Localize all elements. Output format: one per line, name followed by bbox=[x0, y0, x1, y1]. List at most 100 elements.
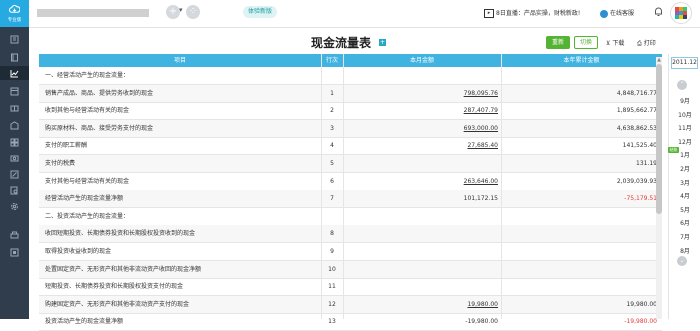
printer-icon[interactable] bbox=[10, 231, 19, 240]
live-broadcast-label: 8日直播：产品实操，财税新政! bbox=[496, 10, 581, 17]
month-item[interactable]: 7月 bbox=[672, 232, 698, 241]
column-divider bbox=[321, 54, 322, 319]
row-line-number: 7 bbox=[330, 195, 334, 203]
month-item[interactable]: 12月 bbox=[672, 137, 698, 146]
column-header-year-amount: 本年累计金额 bbox=[563, 57, 600, 64]
row-year-amount: 131.19 bbox=[636, 160, 657, 167]
chevron-down-month-icon[interactable]: ⌄ bbox=[677, 256, 687, 266]
row-item-label: 销售产成品、商品、提供劳务收到的现金 bbox=[45, 89, 154, 97]
settings-gear-icon[interactable] bbox=[10, 202, 19, 211]
table-row: 投资活动产生的现金流量净额 13 -19,980.00 -19,980.00 bbox=[39, 313, 662, 331]
report-chart-icon[interactable] bbox=[10, 69, 19, 78]
table-row: 经营活动产生的现金流量净额 7 101,172.15 -75,179.51 bbox=[39, 190, 662, 209]
row-line-number: 8 bbox=[330, 230, 334, 238]
period-year-label: 2011.12 bbox=[671, 57, 698, 69]
online-service-label: 在线客服 bbox=[610, 10, 635, 17]
table-row: 购建固定资产、无形资产和其他非流动资产支付的现金 12 19,980.00 19,98… bbox=[39, 295, 662, 314]
scrollbar-thumb[interactable] bbox=[656, 64, 662, 214]
month-item[interactable]: 4月 bbox=[672, 191, 698, 200]
chat-icon bbox=[600, 9, 608, 18]
row-line-number: 13 bbox=[328, 318, 336, 326]
row-item-label: 取得投资收益收到的现金 bbox=[45, 248, 112, 255]
logo-text: 专业版 bbox=[7, 18, 22, 23]
month-item[interactable]: 3月 bbox=[672, 178, 698, 187]
title-info-badge[interactable]: + bbox=[379, 39, 386, 46]
table-row: 取得投资收益收到的现金 9 bbox=[39, 243, 662, 261]
row-year-amount bbox=[509, 278, 657, 295]
month-item[interactable]: 10月 bbox=[672, 110, 698, 119]
invoice-icon[interactable] bbox=[10, 87, 19, 96]
top-bar: ▾ + ⁘ 体验新版 ▸ 8日直播：产品实操，财税新政! 在线客服 bbox=[29, 0, 700, 28]
online-service-link[interactable]: 在线客服 bbox=[600, 8, 634, 18]
download-label: 下载 bbox=[612, 40, 625, 47]
row-line-number: 10 bbox=[328, 265, 336, 273]
try-new-version-button[interactable]: 体验新版 bbox=[243, 6, 278, 18]
row-year-amount bbox=[509, 243, 657, 260]
row-month-amount[interactable]: 101,172.15 bbox=[366, 190, 498, 207]
row-month-amount bbox=[366, 243, 498, 260]
row-month-amount bbox=[366, 225, 498, 242]
app-logo[interactable]: 专业版 bbox=[0, 0, 29, 27]
month-item[interactable]: 2月 bbox=[672, 164, 698, 173]
live-broadcast-link[interactable]: ▸ 8日直播：产品实操，财税新政! bbox=[484, 8, 580, 18]
column-header-item: 项目 bbox=[173, 57, 186, 64]
row-month-amount[interactable]: 27,685.40 bbox=[366, 137, 498, 154]
row-year-amount: 1,895,662.77 bbox=[616, 107, 657, 115]
inventory-icon[interactable] bbox=[10, 104, 19, 113]
row-month-amount[interactable]: 19,980.00 bbox=[366, 296, 498, 313]
salary-icon[interactable] bbox=[10, 121, 19, 130]
row-line-number: 4 bbox=[330, 142, 334, 150]
row-item-label: 购买原材料、商品、接受劳务支付的现金 bbox=[45, 124, 154, 132]
user-avatar[interactable] bbox=[670, 2, 692, 24]
cloud-logo-icon bbox=[9, 4, 20, 13]
archive-icon[interactable] bbox=[10, 248, 19, 257]
grid-apps-icon[interactable]: ⁘ bbox=[186, 5, 200, 19]
row-year-amount bbox=[509, 225, 657, 242]
print-button[interactable]: ⎙ 打印 bbox=[637, 38, 656, 48]
table-row: 支付的税费 5 131.19 bbox=[39, 155, 662, 173]
row-month-amount[interactable]: 263,646.00 bbox=[366, 173, 498, 190]
switch-button[interactable]: 切换 bbox=[574, 36, 598, 49]
month-item[interactable]: 1月 bbox=[672, 150, 698, 159]
recalculate-button[interactable]: 重新 bbox=[546, 36, 570, 49]
row-item-label: 支付的税费 bbox=[45, 160, 76, 167]
row-month-amount[interactable]: 287,407.79 bbox=[366, 102, 498, 119]
scroll-up-arrow-icon[interactable]: ▲ bbox=[656, 57, 662, 63]
print-label: 打印 bbox=[643, 40, 656, 47]
row-month-amount[interactable]: 798,095.76 bbox=[366, 85, 498, 102]
row-month-amount bbox=[366, 278, 498, 295]
search-doc-icon[interactable] bbox=[10, 186, 19, 195]
add-account-set-button[interactable]: + bbox=[166, 5, 180, 19]
table-row: 短期投资、长期债券投资和长期股权投资支付的现金 11 bbox=[39, 278, 662, 297]
month-item[interactable]: 11月 bbox=[672, 123, 698, 132]
month-item[interactable]: 5月 bbox=[672, 205, 698, 214]
row-month-amount[interactable]: 693,000.00 bbox=[366, 120, 498, 137]
column-divider bbox=[501, 54, 502, 319]
tax-icon[interactable] bbox=[10, 170, 19, 179]
table-row: 一、经营活动产生的现金流量： bbox=[39, 67, 662, 85]
row-line-number bbox=[325, 208, 339, 225]
month-item[interactable]: 6月 bbox=[672, 218, 698, 227]
month-item[interactable]: 9月 bbox=[672, 96, 698, 105]
table-row: 购买原材料、商品、接受劳务支付的现金 3 693,000.00 4,638,862.5… bbox=[39, 119, 662, 138]
download-button[interactable]: ⊻ 下载 bbox=[606, 38, 624, 47]
row-item-label: 经营活动产生的现金流量净额 bbox=[45, 195, 124, 203]
row-month-amount bbox=[366, 155, 498, 172]
month-item[interactable]: 8月 bbox=[672, 246, 698, 255]
row-year-amount: -19,980.00 bbox=[624, 318, 657, 326]
bell-icon[interactable] bbox=[654, 7, 663, 17]
row-line-number: 6 bbox=[330, 177, 334, 185]
row-item-label: 支付其他与经营活动有关的现金 bbox=[45, 177, 130, 185]
row-month-amount[interactable]: -19,980.00 bbox=[366, 313, 498, 330]
ledger-icon[interactable] bbox=[10, 53, 19, 62]
voucher-icon[interactable] bbox=[10, 35, 19, 44]
company-selector-blurred[interactable] bbox=[37, 9, 149, 17]
cash-icon[interactable] bbox=[10, 154, 19, 163]
row-month-amount bbox=[366, 261, 498, 278]
row-year-amount: 2,039,039.93 bbox=[616, 177, 657, 185]
assets-icon[interactable] bbox=[10, 138, 19, 147]
row-year-amount bbox=[509, 261, 657, 278]
chevron-up-icon[interactable]: ⌃ bbox=[677, 80, 687, 90]
page-title: 现金流量表 bbox=[311, 36, 372, 50]
table-row: 收到其他与经营活动有关的现金 2 287,407.79 1,895,662.77 bbox=[39, 102, 662, 121]
